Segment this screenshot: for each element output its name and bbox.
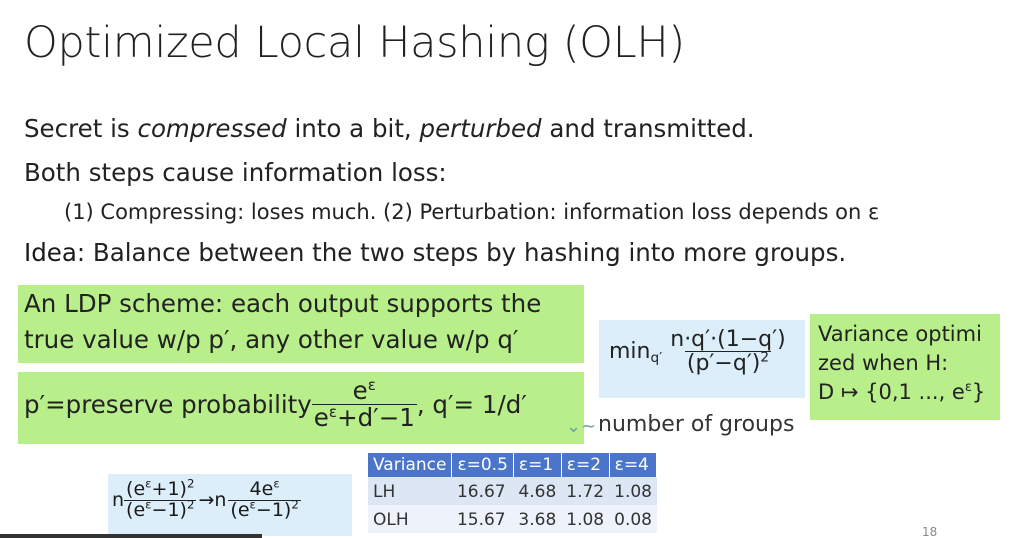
text-line-idea: Idea: Balance between the two steps by h… <box>24 238 846 267</box>
variance-optimized-box: Variance optimi zed when H: D ↦ {0,1 ...… <box>810 314 1000 420</box>
idea-label: Idea <box>24 238 77 267</box>
table-cell: LH <box>368 477 452 505</box>
variance-l3-sup: ε <box>964 380 972 395</box>
variance-formula-box: n (eε+1)2 (eε−1)2 →n 4eε (eε−1)2 <box>108 474 352 536</box>
variance-line-3: D ↦ {0,1 ..., eε} <box>818 378 985 407</box>
table-header: ε=1 <box>513 453 562 477</box>
f1-num-pow: 2 <box>186 476 195 491</box>
table-header: ε=4 <box>609 453 658 477</box>
variance-l3: D ↦ {0,1 ..., e <box>818 380 965 404</box>
slide-title: Optimized Local Hashing (OLH) <box>24 18 685 68</box>
f1-num: (e <box>126 478 146 500</box>
variance-line-1: Variance optimi <box>818 322 982 346</box>
f1-den-end: −1) <box>151 498 187 521</box>
preserve-after: , q′= 1/d′ <box>416 389 527 419</box>
text-part: into a bit, <box>286 114 420 143</box>
preserve-formula: p′=preserve probability eε eε+d′−1 , q′=… <box>24 375 527 432</box>
number-of-groups-label: number of groups <box>598 412 795 437</box>
min-formula: min q′ n·q′·(1−q′) (p′−q′)2 <box>609 327 787 377</box>
table-cell: 1.08 <box>561 505 610 533</box>
variance-l3-end: } <box>971 380 986 404</box>
f2-num-sup: ε <box>273 476 280 491</box>
table-header: ε=0.5 <box>451 453 514 477</box>
bottom-progress-bar <box>0 534 262 538</box>
variance-table: Variance ε=0.5 ε=1 ε=2 ε=4 LH 16.67 4.68… <box>368 453 658 533</box>
idea-text: : Balance between the two steps by hashi… <box>76 238 847 267</box>
f1-num-end: +1) <box>151 478 187 500</box>
table-header: Variance <box>368 453 453 477</box>
f2-den: (e <box>230 498 250 521</box>
min-variance-box: min q′ n·q′·(1−q′) (p′−q′)2 <box>599 320 805 398</box>
min-label: min <box>609 339 651 365</box>
min-num: n·q′·(1−q′) <box>670 327 786 352</box>
page-number: 18 <box>922 526 938 538</box>
ldp-scheme-box: An LDP scheme: each output supports the … <box>18 285 584 363</box>
preserve-probability-box: p′=preserve probability eε eε+d′−1 , q′=… <box>18 372 584 444</box>
frac-num: e <box>352 376 368 405</box>
table-cell: 4.68 <box>513 477 562 505</box>
table-cell: 0.08 <box>609 505 657 533</box>
formula-n: n <box>112 489 125 512</box>
variance-text: Variance optimi zed when H: D ↦ {0,1 ...… <box>818 320 985 407</box>
frac-den-rest: +d′−1 <box>337 402 415 432</box>
table-header-row: Variance ε=0.5 ε=1 ε=2 ε=4 <box>368 453 658 477</box>
table-row: LH 16.67 4.68 1.72 1.08 <box>368 477 657 505</box>
text-line-secret: Secret is compressed into a bit, perturb… <box>24 114 755 143</box>
min-fraction: n·q′·(1−q′) (p′−q′)2 <box>668 328 787 375</box>
table-cell: 1.72 <box>561 477 610 505</box>
text-line-loss: Both steps cause information loss: <box>24 158 447 187</box>
frac-num-sup: ε <box>367 375 376 394</box>
table-row: OLH 15.67 3.68 1.08 0.08 <box>368 505 657 533</box>
ldp-line-2: true value w/p p′, any other value w/p q… <box>24 325 519 354</box>
annotation-squiggle: ⌄~ <box>566 416 597 437</box>
text-line-steps: (1) Compressing: loses much. (2) Perturb… <box>64 200 880 224</box>
table-header: ε=2 <box>561 453 610 477</box>
ldp-line-1: An LDP scheme: each output supports the <box>24 289 542 318</box>
formula-frac-2: 4eε (eε−1)2 <box>228 476 301 521</box>
text-italic: perturbed <box>419 114 542 143</box>
f2-den-end: −1) <box>255 498 292 521</box>
frac-den-sup: ε <box>328 402 338 421</box>
variance-line-2: zed when H: <box>818 351 949 375</box>
preserve-fraction: eε eε+d′−1 <box>311 375 417 432</box>
preserve-text: p′=preserve probability <box>24 389 312 419</box>
frac-den: e <box>313 402 329 432</box>
min-den-sup: 2 <box>760 349 770 366</box>
table-cell: 1.08 <box>609 477 657 505</box>
table-cell: 15.67 <box>451 505 514 533</box>
f2-den-pow: 2 <box>291 497 299 512</box>
text-part: Secret is <box>24 114 138 143</box>
table-cell: 16.67 <box>451 477 514 505</box>
f1-den-pow: 2 <box>186 497 195 512</box>
text-italic: compressed <box>137 114 287 143</box>
f1-den: (e <box>126 498 146 521</box>
formula-frac-1: (eε+1)2 (eε−1)2 <box>124 476 197 521</box>
text-part: and transmitted. <box>541 114 755 143</box>
min-den: (p′−q′) <box>686 351 761 377</box>
variance-formula: n (eε+1)2 (eε−1)2 →n 4eε (eε−1)2 <box>112 476 301 521</box>
table-cell: 3.68 <box>513 505 562 533</box>
table-cell: OLH <box>368 505 452 533</box>
formula-arrow: →n <box>198 489 227 512</box>
